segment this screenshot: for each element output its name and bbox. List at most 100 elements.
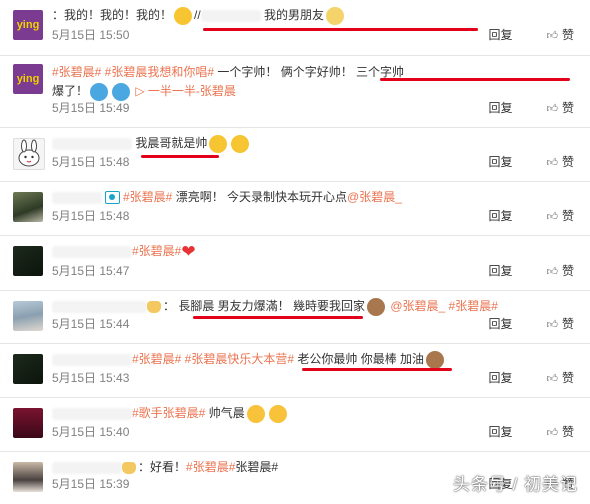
comment-text-segment: 老公你最帅 你最棒 加油 [294, 352, 425, 366]
hearteyes-emoji-icon [268, 404, 287, 423]
portrait-avatar[interactable] [13, 462, 43, 492]
comment-timestamp: 5月15日 15:43 [52, 371, 130, 385]
mention-link[interactable]: @张碧晨_ [387, 299, 449, 313]
like-button[interactable]: 👍︎ 赞 [546, 153, 574, 170]
comment-row: ying #张碧晨# #张碧晨我想和你唱# 一个字帅！ 俩个字好帅！ 三个字帅爆了… [0, 55, 590, 128]
thumbs-up-icon: 👍︎ [546, 157, 558, 169]
ying-avatar[interactable]: ying [13, 64, 43, 94]
monkey-emoji-icon [426, 350, 445, 369]
username-redacted[interactable] [52, 300, 147, 313]
hashtag-link[interactable]: #张碧晨# [186, 460, 235, 474]
comment-text-segment: // [194, 8, 201, 22]
ying-avatar[interactable]: ying [13, 10, 43, 40]
reply-button[interactable]: 回复 [488, 369, 512, 386]
comment-text-segment: 帅气晨 [205, 406, 245, 420]
cat-emoji-icon [326, 6, 345, 25]
comment-actions: 回复 👍︎ 赞 [488, 262, 574, 279]
smile-emoji-icon [209, 134, 228, 153]
username-redacted[interactable] [52, 461, 122, 474]
username-redacted[interactable] [52, 191, 102, 204]
like-button[interactable]: 👍︎ 赞 [546, 26, 574, 43]
like-button[interactable]: 👍︎ 赞 [546, 369, 574, 386]
username-redacted[interactable] [52, 245, 132, 258]
hashtag-link[interactable]: #张碧晨# [123, 190, 172, 204]
monkey-emoji-icon [367, 297, 386, 316]
like-button[interactable]: 👍︎ 赞 [546, 423, 574, 440]
comment-timestamp: 5月15日 15:49 [52, 101, 130, 115]
comment-text-segment: 漂亮啊！ 今天录制快本玩开心点 [172, 190, 348, 204]
highlight-underline [203, 28, 478, 31]
reply-button[interactable]: 回复 [488, 262, 512, 279]
comment-text-line: 爆了！ ▷ 一半一半-张碧晨 [52, 82, 580, 101]
comment-row: #张碧晨# 漂亮啊！ 今天录制快本玩开心点@张碧晨_ 5月15日 15:48 回复 👍… [0, 181, 590, 236]
like-label: 赞 [561, 317, 574, 331]
comment-feed: ying ：我的！我的！我的！// 我的男朋友 5月15日 15:50 回复 👍︎ 赞 yi… [0, 0, 590, 503]
thumbs-up-icon: 👍︎ [546, 211, 558, 223]
highlight-underline [380, 78, 570, 81]
username-redacted[interactable] [52, 137, 132, 150]
hashtag-link[interactable]: #张碧晨# #张碧晨我想和你唱# [52, 65, 214, 79]
username-redacted[interactable] [52, 353, 132, 366]
dark-avatar[interactable] [13, 354, 43, 384]
reply-button[interactable]: 回复 [488, 26, 512, 43]
comment-timestamp: 5月15日 15:40 [52, 425, 130, 439]
rabbit-avatar[interactable] [13, 138, 45, 170]
comment-timestamp: 5月15日 15:39 [52, 477, 130, 491]
comment-text-segment: 一个字帅！ 俩个字好帅！ 三个字帅 [214, 65, 405, 79]
hearteyes-emoji-icon [246, 404, 265, 423]
reply-button[interactable]: 回复 [488, 315, 512, 332]
like-button[interactable]: 👍︎ 赞 [546, 207, 574, 224]
comment-actions: 回复 👍︎ 赞 [488, 369, 574, 386]
smirk-emoji-icon [174, 6, 193, 25]
like-label: 赞 [561, 155, 574, 169]
comment-timestamp: 5月15日 15:48 [52, 155, 130, 169]
username-redacted[interactable] [52, 407, 132, 420]
highlight-underline [141, 155, 219, 158]
comment-timestamp: 5月15日 15:44 [52, 317, 130, 331]
watermark: 头条号 / 初美记 [452, 475, 578, 494]
highlight-underline [193, 316, 363, 319]
hashtag-link[interactable]: #张碧晨# [132, 244, 181, 258]
comment-timestamp: 5月15日 15:48 [52, 209, 130, 223]
photo-avatar[interactable] [13, 192, 43, 222]
comment-text: ： 長腳晨 男友力爆滿！ 幾時要我回家 @张碧晨_ #张碧晨# [52, 297, 580, 316]
thumbs-up-icon: 👍︎ [546, 266, 558, 278]
username-redacted[interactable] [200, 9, 261, 22]
comment-text-segment: ：我的！我的！我的！ [52, 8, 173, 22]
comment-text: #张碧晨# 漂亮啊！ 今天录制快本玩开心点@张碧晨_ [52, 188, 580, 206]
thumbs-up-icon: 👍︎ [546, 373, 558, 385]
like-label: 赞 [561, 209, 574, 223]
comment-text-segment: 我的男朋友 [260, 8, 325, 22]
like-label: 赞 [561, 425, 574, 439]
dark-avatar[interactable] [13, 246, 43, 276]
comment-actions: 回复 👍︎ 赞 [488, 423, 574, 440]
comment-row: #张碧晨# #张碧晨快乐大本营# 老公你最帅 你最棒 加油 5月15日 15:43… [0, 343, 590, 398]
camera-icon [105, 191, 120, 205]
comment-actions: 回复 👍︎ 赞 [488, 207, 574, 224]
reply-button[interactable]: 回复 [488, 153, 512, 170]
thumbs-up-icon: 👍︎ [546, 103, 558, 115]
comment-actions: 回复 👍︎ 赞 [488, 26, 574, 43]
doll-icon [147, 300, 161, 313]
comment-text: ：我的！我的！我的！ // 我的男朋友 [52, 6, 580, 25]
heart-icon: ❤ [181, 241, 196, 261]
music-link[interactable]: 一半一半-张碧晨 [148, 84, 236, 98]
mention-link[interactable]: @张碧晨_ [347, 190, 402, 204]
comment-timestamp: 5月15日 15:47 [52, 264, 130, 278]
hashtag-link[interactable]: #张碧晨# [449, 299, 498, 313]
comment-text-segment: ：好看！ [138, 460, 187, 474]
like-label: 赞 [561, 101, 574, 115]
girl-avatar[interactable] [13, 301, 43, 331]
like-label: 赞 [561, 371, 574, 385]
like-button[interactable]: 👍︎ 赞 [546, 99, 574, 116]
reply-button[interactable]: 回复 [488, 207, 512, 224]
comment-text-segment: 我晨哥就是帅 [132, 136, 208, 150]
reply-button[interactable]: 回复 [488, 423, 512, 440]
singer-avatar[interactable] [13, 408, 43, 438]
reply-button[interactable]: 回复 [488, 99, 512, 116]
comment-text: #张碧晨#❤ [52, 242, 580, 260]
like-button[interactable]: 👍︎ 赞 [546, 315, 574, 332]
like-button[interactable]: 👍︎ 赞 [546, 262, 574, 279]
hashtag-link[interactable]: #歌手张碧晨# [132, 406, 205, 420]
hashtag-link[interactable]: #张碧晨# #张碧晨快乐大本营# [132, 352, 294, 366]
